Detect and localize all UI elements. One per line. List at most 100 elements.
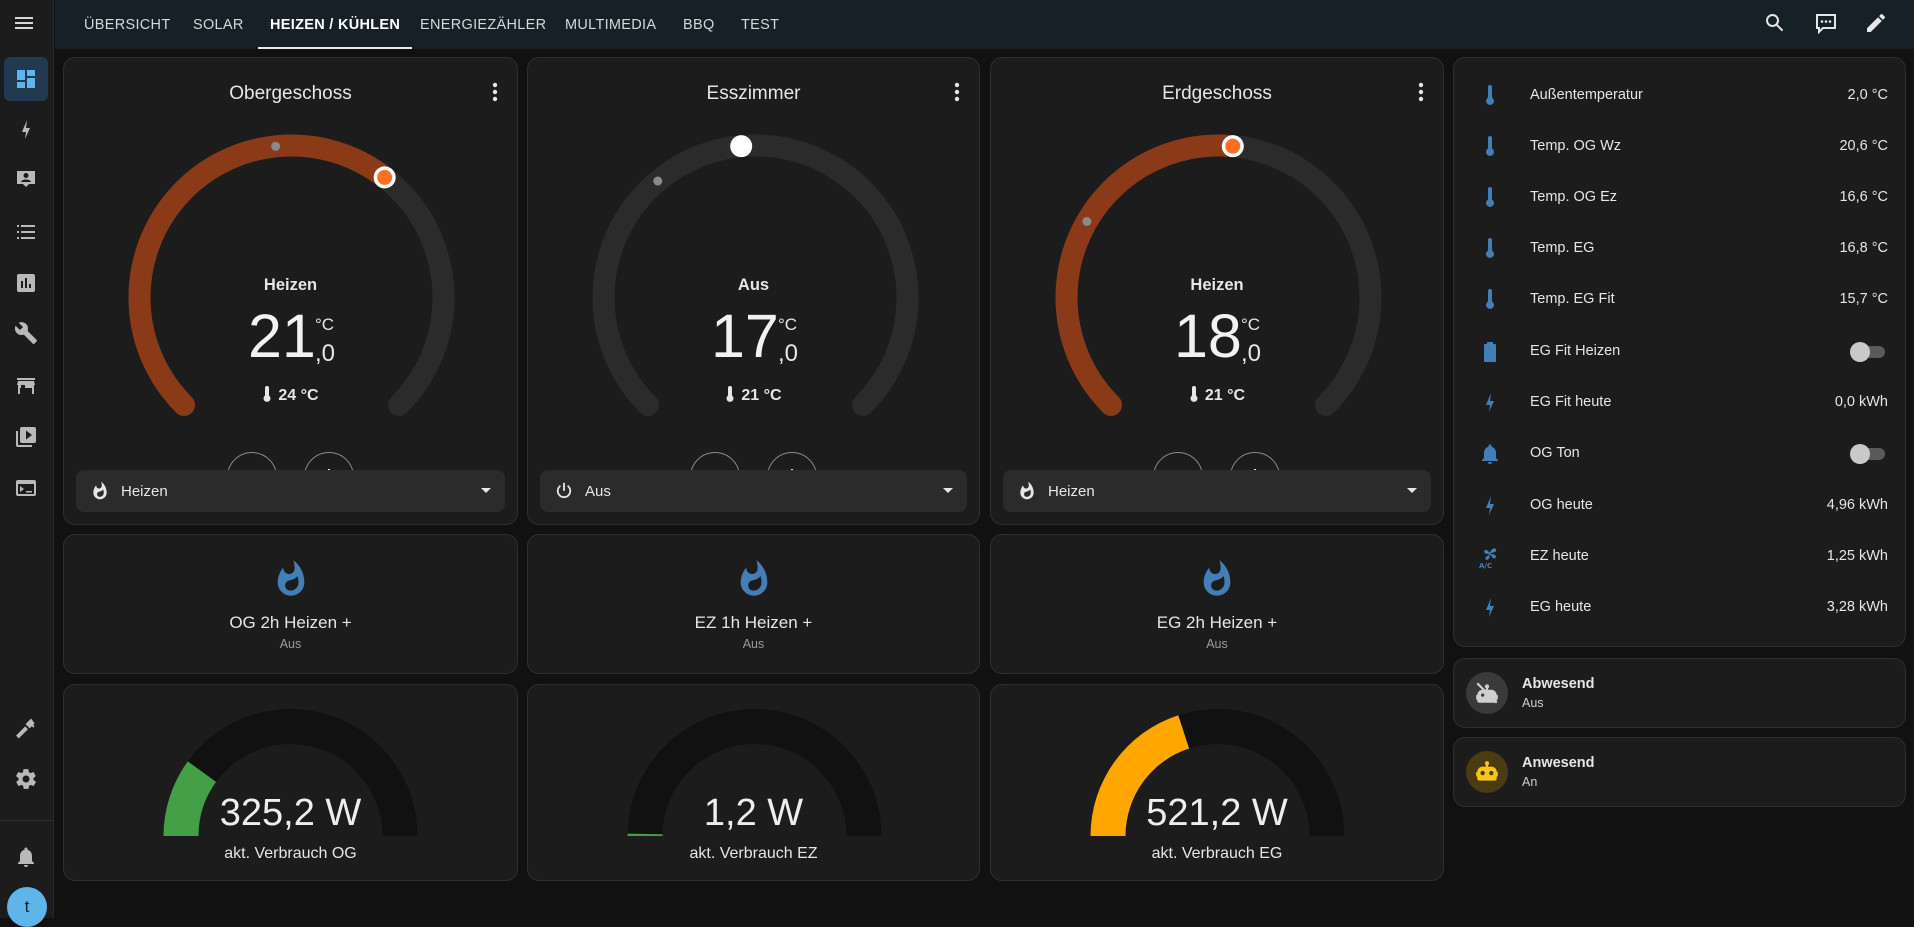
- thermostat-dial[interactable]: [1041, 120, 1396, 475]
- power-gauge-ez[interactable]: 1,2 W akt. Verbrauch EZ: [527, 684, 980, 881]
- account-box-icon: [17, 171, 35, 187]
- toggle-switch[interactable]: [1850, 444, 1887, 464]
- lightning-icon: [22, 120, 30, 139]
- tile-anwesend[interactable]: Anwesend An: [1453, 737, 1906, 807]
- entity-value: 15,7 °C: [1839, 291, 1888, 307]
- chart-box-icon: [17, 274, 35, 292]
- card-menu-button[interactable]: [481, 76, 509, 108]
- entity-row-temp-og-wz[interactable]: Temp. OG Wz 20,6 °C: [1454, 127, 1905, 167]
- gauge-value: 521,2 W: [1146, 792, 1288, 834]
- boost-button-og[interactable]: OG 2h Heizen + Aus: [63, 534, 518, 674]
- temperature-unit: °C: [778, 315, 798, 334]
- entity-row-eg-heute[interactable]: EG heute 3,28 kWh: [1454, 588, 1905, 628]
- hvac-mode-value: Heizen: [121, 482, 168, 500]
- tab-uebersicht[interactable]: ÜBERSICHT: [84, 0, 171, 49]
- thermometer-icon: [1486, 136, 1494, 156]
- tab-heizen-kuehlen[interactable]: HEIZEN / KÜHLEN: [257, 0, 413, 49]
- sidebar-item-developer-tools[interactable]: [4, 706, 48, 750]
- sidebar-item-todo[interactable]: [4, 210, 48, 254]
- entity-row-og-heute[interactable]: OG heute 4,96 kWh: [1454, 486, 1905, 526]
- target-temperature: 21: [248, 302, 316, 370]
- entity-value: 4,96 kWh: [1826, 497, 1888, 513]
- entity-row-ez-heute[interactable]: A/C EZ heute 1,25 kWh: [1454, 537, 1905, 577]
- terminal-icon-glyph: [16, 480, 36, 496]
- card-menu-button[interactable]: [943, 76, 971, 108]
- entities-card: Außentemperatur 2,0 °C Temp. OG Wz 20,6 …: [1453, 57, 1906, 647]
- tile-icon-container[interactable]: [1466, 751, 1508, 793]
- hammer-icon-glyph: [16, 718, 35, 739]
- dial-handle-core: [733, 138, 749, 154]
- sidebar-item-notifications[interactable]: [4, 835, 48, 879]
- boost-button-ez[interactable]: EZ 1h Heizen + Aus: [527, 534, 980, 674]
- thermometer-icon: [726, 386, 734, 402]
- tile-abwesend[interactable]: Abwesend Aus: [1453, 658, 1906, 728]
- thermometer-icon: [1190, 386, 1198, 402]
- menu-button[interactable]: [6, 5, 42, 41]
- entity-name: Temp. OG Wz: [1530, 138, 1622, 154]
- entity-value: 2,0 °C: [1847, 87, 1888, 103]
- avatar[interactable]: t: [7, 887, 47, 927]
- format-list-icon: [17, 225, 35, 239]
- flame-icon: [93, 481, 107, 500]
- card-menu-button[interactable]: [1407, 76, 1435, 108]
- assist-button[interactable]: [1808, 5, 1844, 41]
- thermostat-dial[interactable]: [114, 120, 469, 475]
- entity-name: EG heute: [1530, 599, 1592, 615]
- search-icon: [1766, 14, 1784, 32]
- sidebar-item-tools[interactable]: [4, 311, 48, 355]
- gauge-value: 325,2 W: [219, 792, 362, 834]
- hammer-icon: [16, 718, 35, 739]
- sidebar-item-store[interactable]: [4, 364, 48, 408]
- dashboard-icon: [17, 70, 35, 88]
- assist-icon: [1816, 14, 1836, 35]
- current-temperature: 21 °C: [991, 386, 1443, 405]
- thermostat-dial[interactable]: [578, 120, 933, 475]
- entity-row-aussentemperatur[interactable]: Außentemperatur 2,0 °C: [1454, 76, 1905, 116]
- edit-button[interactable]: [1858, 5, 1894, 41]
- hvac-action: Aus: [737, 276, 770, 294]
- robot-off-icon: [1476, 682, 1498, 704]
- cog-icon: [16, 769, 36, 789]
- bell-icon: [18, 847, 34, 867]
- hvac-mode-value: Aus: [585, 482, 611, 500]
- tab-energiezaehler[interactable]: ENERGIEZÄHLER: [420, 0, 546, 49]
- tab-test[interactable]: TEST: [741, 0, 779, 49]
- entity-row-eg-fit-heute[interactable]: EG Fit heute 0,0 kWh: [1454, 383, 1905, 423]
- sidebar-item-media[interactable]: [4, 415, 48, 459]
- cog-icon-glyph: [16, 769, 36, 789]
- sidebar: t: [0, 0, 54, 927]
- hvac-mode-select[interactable]: Aus: [540, 470, 967, 512]
- tile-icon-container[interactable]: [1466, 672, 1508, 714]
- tab-bbq[interactable]: BBQ: [683, 0, 715, 49]
- power-gauge-og[interactable]: 325,2 W akt. Verbrauch OG: [63, 684, 518, 881]
- target-temperature-decimal: ,0: [778, 340, 799, 367]
- hvac-mode-select[interactable]: Heizen: [76, 470, 505, 512]
- hvac-action: Heizen: [1190, 276, 1244, 294]
- hvac-mode-select[interactable]: Heizen: [1003, 470, 1431, 512]
- sidebar-item-logbook[interactable]: [4, 158, 48, 202]
- search-button[interactable]: [1757, 5, 1793, 41]
- hvac-action: Heizen: [263, 276, 318, 294]
- target-temperature: 18: [1174, 302, 1242, 370]
- sidebar-item-history[interactable]: [4, 261, 48, 305]
- entity-row-temp-og-ez[interactable]: Temp. OG Ez 16,6 °C: [1454, 178, 1905, 218]
- store-icon-glyph: [17, 378, 35, 394]
- power-gauge-eg[interactable]: 521,2 W akt. Verbrauch EG: [990, 684, 1444, 881]
- boost-button-eg[interactable]: EG 2h Heizen + Aus: [990, 534, 1444, 674]
- tab-multimedia[interactable]: MULTIMEDIA: [565, 0, 656, 49]
- tab-solar[interactable]: SOLAR: [193, 0, 244, 49]
- sidebar-item-overview[interactable]: [4, 57, 48, 101]
- bell-icon-glyph: [18, 847, 34, 867]
- dial-handle-core: [377, 169, 393, 185]
- flame-icon: [740, 560, 767, 596]
- sidebar-item-energy[interactable]: [4, 108, 48, 152]
- sidebar-item-settings[interactable]: [4, 757, 48, 801]
- target-temperature-decimal: ,0: [315, 340, 336, 367]
- tile-name: Abwesend: [1522, 676, 1595, 692]
- entity-value: 16,8 °C: [1839, 240, 1888, 256]
- toggle-switch[interactable]: [1850, 342, 1887, 362]
- entity-row-temp-eg-fit[interactable]: Temp. EG Fit 15,7 °C: [1454, 280, 1905, 320]
- terminal-icon: [16, 480, 36, 496]
- entity-row-temp-eg[interactable]: Temp. EG 16,8 °C: [1454, 229, 1905, 269]
- sidebar-item-terminal[interactable]: [4, 466, 48, 510]
